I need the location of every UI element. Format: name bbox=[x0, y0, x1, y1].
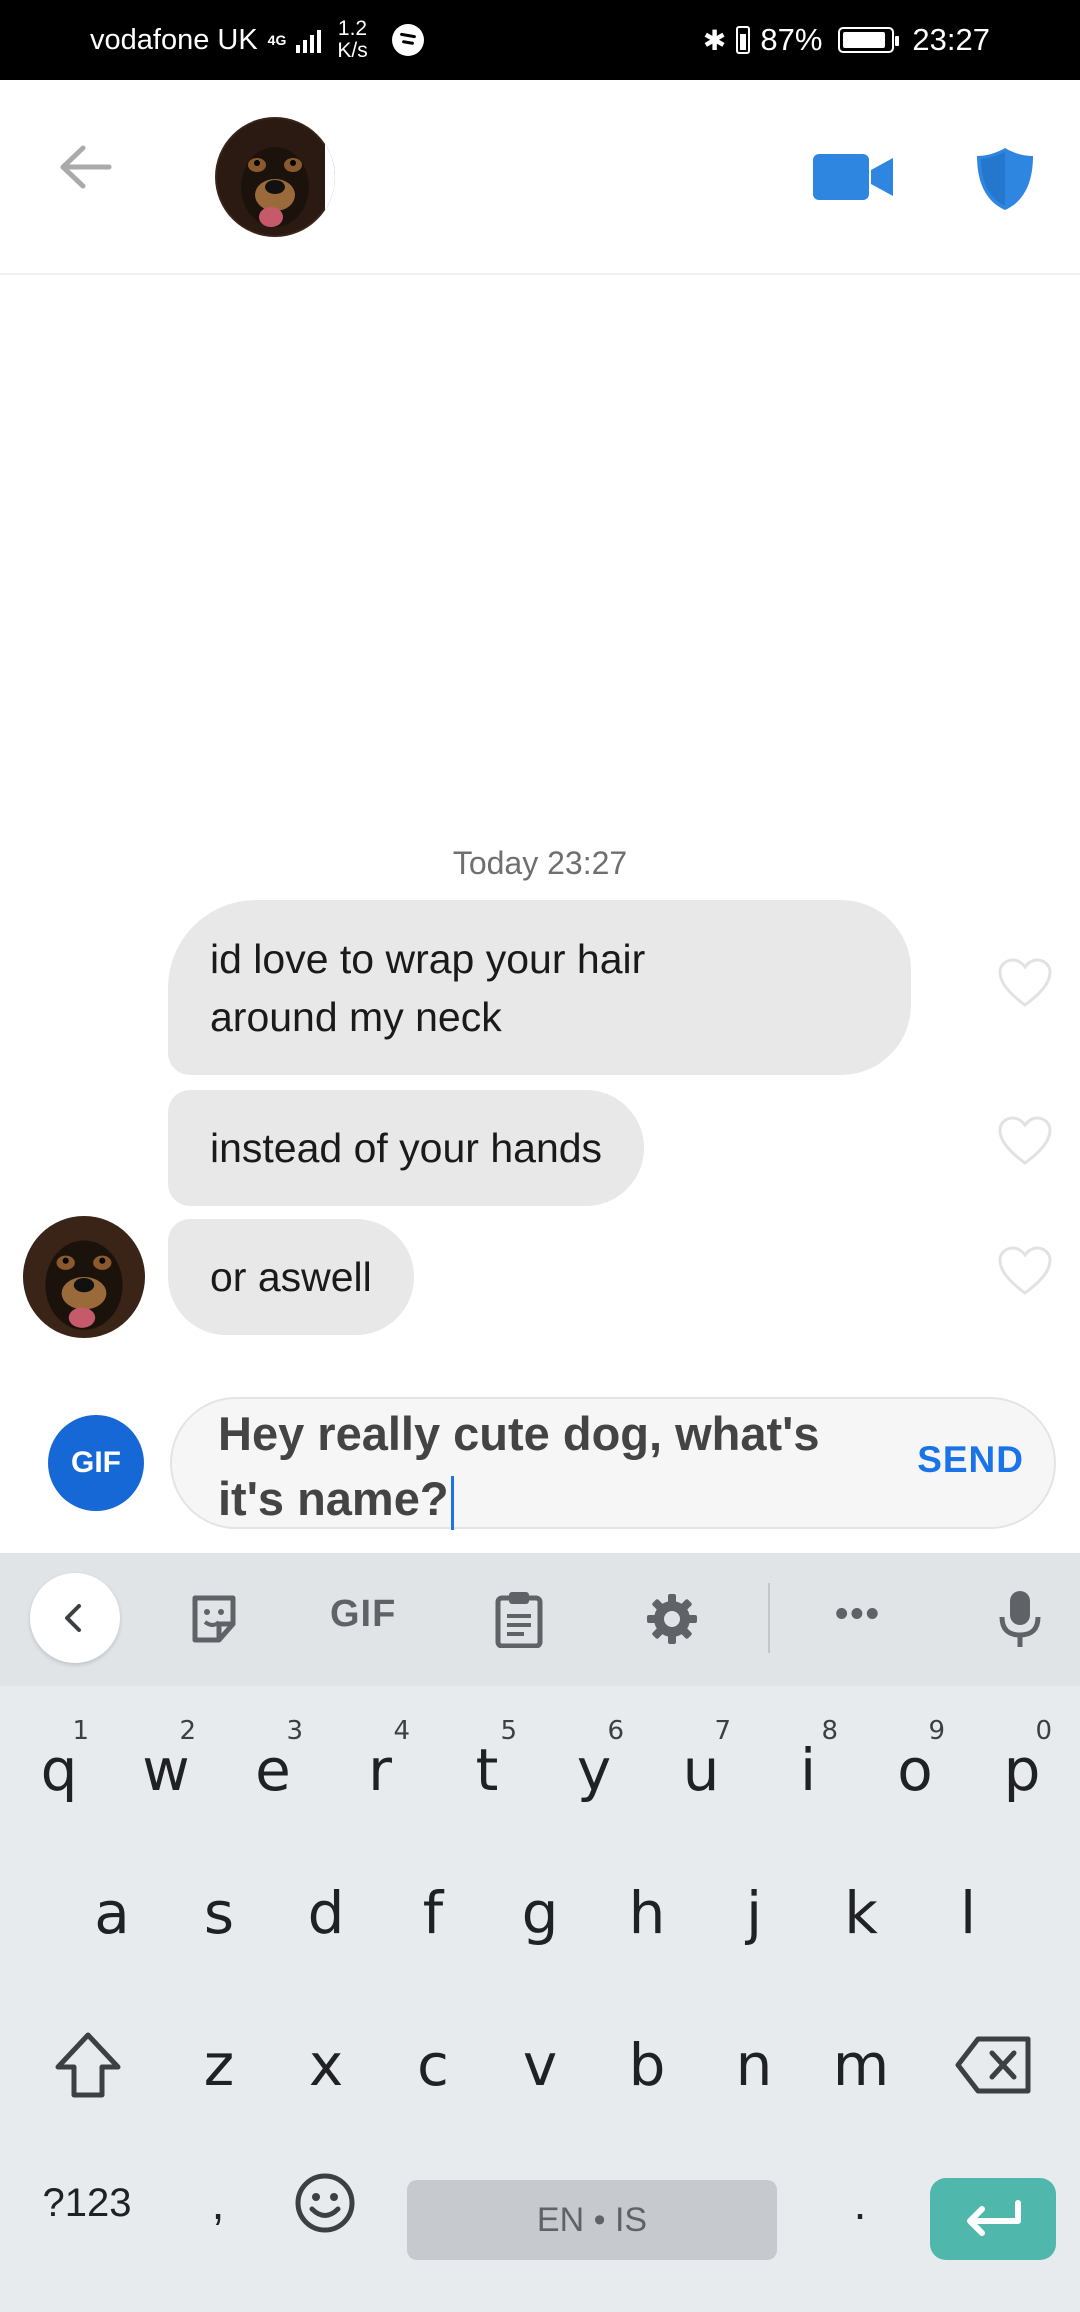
key-r[interactable]: r4 bbox=[330, 1700, 430, 1840]
signal-icon bbox=[296, 27, 322, 53]
symbols-key[interactable]: ?123 bbox=[22, 2143, 152, 2263]
key-a[interactable]: a bbox=[62, 1843, 162, 1983]
gif-keyboard-button[interactable]: GIF bbox=[330, 1593, 396, 1636]
shift-arrow-icon bbox=[55, 2032, 121, 2098]
period-key[interactable]: . bbox=[810, 2143, 910, 2263]
battery-percent: 87% bbox=[760, 22, 823, 57]
match-avatar-small[interactable] bbox=[23, 1216, 145, 1338]
emoji-key[interactable] bbox=[275, 2143, 375, 2263]
dog-photo bbox=[215, 117, 335, 237]
enter-key[interactable] bbox=[930, 2178, 1056, 2260]
microphone-icon[interactable] bbox=[988, 1587, 1052, 1651]
key-b[interactable]: b bbox=[597, 1995, 697, 2135]
toolbar-divider bbox=[768, 1583, 770, 1653]
smiley-icon bbox=[295, 2173, 355, 2233]
gear-icon[interactable] bbox=[640, 1587, 704, 1651]
comma-key[interactable]: , bbox=[168, 2143, 268, 2263]
chat-header bbox=[0, 80, 1080, 275]
sticker-icon[interactable] bbox=[182, 1587, 246, 1651]
key-c[interactable]: c bbox=[383, 1995, 483, 2135]
heart-icon[interactable] bbox=[996, 957, 1054, 1009]
heart-icon[interactable] bbox=[996, 1115, 1054, 1167]
message-bubble[interactable]: id love to wrap your hair around my neck bbox=[168, 900, 911, 1075]
key-o[interactable]: o9 bbox=[865, 1700, 965, 1840]
speed-unit: K/s bbox=[337, 39, 368, 62]
key-i[interactable]: i8 bbox=[758, 1700, 858, 1840]
key-y[interactable]: y6 bbox=[544, 1700, 644, 1840]
keyboard-toolbar: GIF ••• bbox=[0, 1553, 1080, 1686]
key-l[interactable]: l bbox=[918, 1843, 1018, 1983]
battery-small-icon bbox=[736, 26, 751, 54]
match-avatar[interactable] bbox=[215, 117, 335, 237]
gif-button[interactable]: GIF bbox=[48, 1415, 144, 1511]
message-bubble[interactable]: instead of your hands bbox=[168, 1090, 645, 1206]
chat-timestamp: Today 23:27 bbox=[452, 845, 628, 881]
key-s[interactable]: s bbox=[169, 1843, 269, 1983]
battery-icon bbox=[838, 27, 900, 53]
key-q[interactable]: q1 bbox=[9, 1700, 109, 1840]
key-p[interactable]: p0 bbox=[972, 1700, 1072, 1840]
key-k[interactable]: k bbox=[811, 1843, 911, 1983]
network-speed: 1.2 K/s bbox=[337, 18, 367, 62]
key-g[interactable]: g bbox=[490, 1843, 590, 1983]
key-e[interactable]: e3 bbox=[223, 1700, 323, 1840]
key-z[interactable]: z bbox=[169, 1995, 269, 2135]
key-f[interactable]: f bbox=[383, 1843, 483, 1983]
carrier-name: vodafone UK bbox=[90, 23, 258, 56]
spotify-icon bbox=[391, 24, 424, 56]
key-m[interactable]: m bbox=[811, 1995, 911, 2135]
key-w[interactable]: w2 bbox=[116, 1700, 216, 1840]
message-input[interactable]: Hey really cute dog, what's it's name? S… bbox=[170, 1397, 1056, 1531]
heart-icon[interactable] bbox=[996, 1245, 1054, 1297]
enter-arrow-icon bbox=[967, 2200, 1021, 2236]
more-options-button[interactable]: ••• bbox=[835, 1593, 881, 1636]
message-bubble[interactable]: or aswell bbox=[168, 1219, 414, 1335]
shift-key[interactable] bbox=[40, 2003, 136, 2127]
collapse-toolbar-button[interactable] bbox=[30, 1573, 120, 1663]
key-d[interactable]: d bbox=[276, 1843, 376, 1983]
bluetooth-icon: ✱ bbox=[702, 24, 727, 56]
clock: 23:27 bbox=[912, 22, 990, 57]
key-h[interactable]: h bbox=[597, 1843, 697, 1983]
message-text: id love to wrap your hair around my neck bbox=[210, 935, 646, 1040]
dog-photo bbox=[23, 1216, 145, 1338]
network-type: 4G bbox=[267, 32, 287, 48]
backspace-icon bbox=[955, 2036, 1031, 2094]
message-text: or aswell bbox=[210, 1254, 372, 1300]
key-v[interactable]: v bbox=[490, 1995, 590, 2135]
space-bar[interactable]: EN • IS bbox=[407, 2180, 777, 2260]
key-x[interactable]: x bbox=[276, 1995, 376, 2135]
chevron-left-icon bbox=[65, 1604, 81, 1632]
clipboard-icon[interactable] bbox=[487, 1587, 551, 1651]
speed-value: 1.2 bbox=[337, 17, 368, 40]
send-button[interactable]: SEND bbox=[917, 1439, 1024, 1481]
shield-icon[interactable] bbox=[975, 146, 1035, 212]
message-text: instead of your hands bbox=[210, 1125, 603, 1171]
draft-text: Hey really cute dog, what's it's name? bbox=[218, 1407, 820, 1525]
arrow-left-icon[interactable] bbox=[55, 142, 115, 192]
key-n[interactable]: n bbox=[704, 1995, 804, 2135]
message-draft[interactable]: Hey really cute dog, what's it's name? bbox=[218, 1401, 898, 1531]
video-camera-icon[interactable] bbox=[813, 152, 895, 202]
text-caret bbox=[450, 1475, 454, 1530]
key-t[interactable]: t5 bbox=[437, 1700, 537, 1840]
status-bar: vodafone UK 4G 1.2 K/s ✱ 87% 23:27 bbox=[0, 0, 1080, 80]
key-u[interactable]: u7 bbox=[651, 1700, 751, 1840]
backspace-key[interactable] bbox=[944, 2003, 1044, 2127]
key-j[interactable]: j bbox=[704, 1843, 804, 1983]
